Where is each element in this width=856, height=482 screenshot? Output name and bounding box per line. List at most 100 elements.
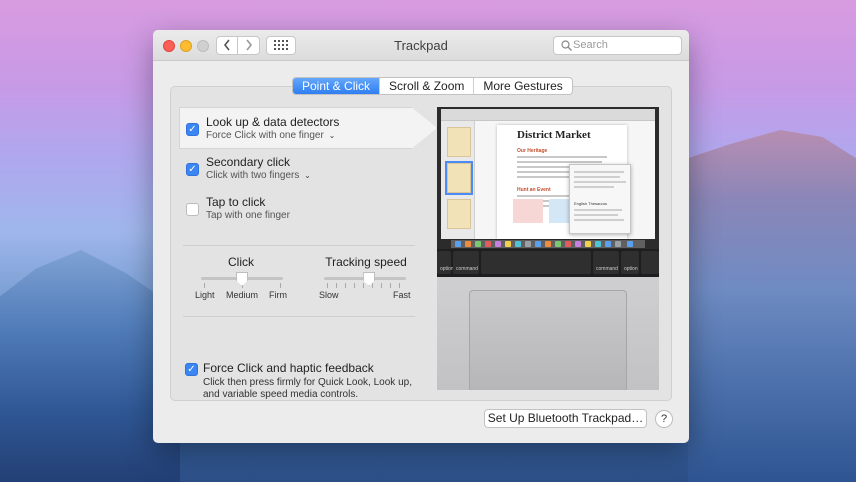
click-label-firm: Firm — [269, 290, 287, 300]
look-up-checkbox[interactable]: ✓ — [186, 123, 199, 136]
tab-more-gestures[interactable]: More Gestures — [473, 78, 571, 94]
key: option — [621, 251, 639, 274]
force-click-title: Force Click and haptic feedback — [203, 361, 374, 375]
text-line — [574, 186, 614, 188]
slider-tick — [372, 283, 373, 288]
dock-icon — [585, 241, 591, 247]
option-look-up[interactable]: ✓ Look up & data detectors Force Click w… — [179, 107, 437, 151]
dock-icon — [485, 241, 491, 247]
preview-thumbnail — [445, 161, 473, 195]
tab-scroll-and-zoom[interactable]: Scroll & Zoom — [379, 78, 473, 94]
preview-thumbnails — [441, 121, 475, 239]
dock-icon — [555, 241, 561, 247]
gesture-preview-video: District Market Our Heritage Hunt an Eve… — [437, 107, 659, 390]
option-tap-to-click[interactable]: Tap to click Tap with one finger — [181, 191, 417, 231]
slider-tick — [327, 283, 328, 288]
preview-dock — [451, 240, 645, 248]
preview-screen: District Market Our Heritage Hunt an Eve… — [437, 107, 659, 249]
chevron-down-icon: ⌄ — [304, 171, 311, 180]
option-title: Tap to click — [206, 195, 266, 209]
click-slider-title: Click — [228, 255, 254, 269]
checkmark-icon: ✓ — [187, 364, 196, 375]
search-placeholder: Search — [573, 39, 608, 51]
dock-icon — [475, 241, 481, 247]
dock-icon — [605, 241, 611, 247]
checkmark-icon: ✓ — [188, 164, 197, 175]
search-field[interactable]: Search — [553, 36, 682, 55]
option-subtitle: Tap with one finger — [206, 210, 290, 221]
text-line — [574, 214, 618, 216]
title-bar: Trackpad Search — [153, 30, 689, 61]
tracking-label-fast: Fast — [393, 290, 411, 300]
dock-icon — [545, 241, 551, 247]
key: command — [593, 251, 619, 274]
preview-thumbnail — [447, 199, 471, 229]
force-click-checkbox[interactable]: ✓ — [185, 363, 198, 376]
chevron-down-icon: ⌄ — [328, 131, 336, 140]
text-line — [574, 181, 626, 183]
tap-to-click-checkbox[interactable] — [186, 203, 199, 216]
key: command — [453, 251, 479, 274]
text-line — [574, 219, 624, 221]
slider-tick — [381, 283, 382, 288]
tab-point-and-click[interactable]: Point & Click — [293, 78, 380, 94]
search-icon — [561, 40, 572, 51]
preview-thumbnail — [447, 127, 471, 157]
text-line — [517, 161, 602, 163]
dock-icon — [525, 241, 531, 247]
click-label-light: Light — [195, 290, 215, 300]
preview-app-window: District Market Our Heritage Hunt an Eve… — [441, 109, 655, 239]
secondary-click-checkbox[interactable]: ✓ — [186, 163, 199, 176]
dock-icon — [615, 241, 621, 247]
force-click-description: Click then press firmly for Quick Look, … — [203, 377, 412, 400]
option-secondary-click[interactable]: ✓ Secondary click Click with two fingers… — [181, 151, 417, 191]
preview-toolbar — [441, 109, 655, 121]
dock-icon — [505, 241, 511, 247]
option-subtitle-dropdown[interactable]: Force Click with one finger ⌄ — [206, 130, 335, 141]
key-space — [481, 251, 591, 274]
dock-icon — [627, 241, 633, 247]
preview-keyboard: option command command option — [437, 249, 659, 277]
text-line — [574, 176, 620, 178]
trackpad-window: Trackpad Search ✓ Look up & data detecto… — [153, 30, 689, 443]
popover-section-label: English Thesaurus — [574, 201, 608, 206]
preview-heading: Our Heritage — [517, 148, 548, 154]
option-subtitle: Force Click with one finger — [206, 130, 324, 141]
tracking-label-slow: Slow — [319, 290, 339, 300]
slider-tick — [354, 283, 355, 288]
key: option — [437, 251, 454, 274]
tracking-slider-title: Tracking speed — [325, 255, 407, 269]
dock-icon — [465, 241, 471, 247]
dock-icon — [535, 241, 541, 247]
dock-icon — [515, 241, 521, 247]
checkmark-icon: ✓ — [188, 124, 197, 135]
slider-tick — [345, 283, 346, 288]
help-button[interactable]: ? — [655, 410, 673, 428]
settings-panel: ✓ Look up & data detectors Force Click w… — [170, 86, 672, 401]
wallpaper-mountain-right — [688, 130, 856, 482]
dock-icon — [565, 241, 571, 247]
slider-tick — [280, 283, 281, 288]
option-title: Secondary click — [206, 155, 291, 169]
divider — [183, 316, 415, 317]
text-line — [574, 209, 622, 211]
dock-icon — [575, 241, 581, 247]
home-icon — [513, 199, 543, 223]
preview-trackpad — [469, 290, 627, 390]
tab-bar: Point & Click Scroll & Zoom More Gesture… — [292, 77, 573, 95]
lookup-popover: English Thesaurus — [569, 164, 631, 234]
set-up-bluetooth-trackpad-button[interactable]: Set Up Bluetooth Trackpad… — [484, 409, 647, 428]
slider-tick — [399, 283, 400, 288]
key — [641, 251, 659, 274]
option-subtitle-dropdown[interactable]: Click with two fingers ⌄ — [206, 170, 311, 181]
slider-tick — [390, 283, 391, 288]
option-title: Look up & data detectors — [206, 115, 340, 129]
dock-icon — [495, 241, 501, 247]
slider-tick — [363, 283, 364, 288]
tracking-slider-knob[interactable] — [363, 272, 376, 286]
text-line — [517, 156, 607, 158]
divider — [183, 245, 415, 246]
preview-doc-title: District Market — [517, 129, 591, 141]
click-label-medium: Medium — [226, 290, 259, 300]
click-slider-knob[interactable] — [236, 272, 248, 286]
